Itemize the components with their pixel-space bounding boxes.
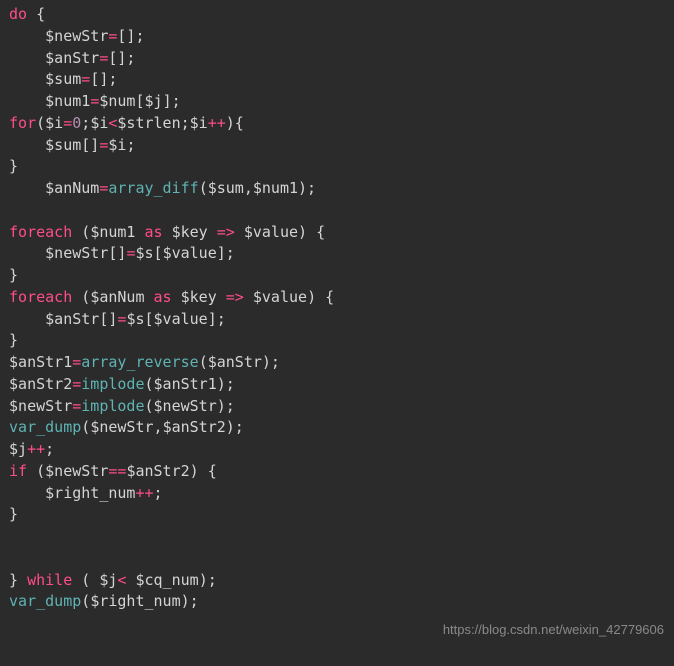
code-line: } — [0, 157, 18, 175]
code-line: var_dump($right_num); — [0, 592, 199, 610]
code-line: $newStr=[]; — [0, 27, 145, 45]
code-line: $newStr=implode($newStr); — [0, 397, 235, 415]
code-line: foreach ($anNum as $key => $value) { — [0, 288, 334, 306]
code-line: $anStr[]=$s[$value]; — [0, 310, 226, 328]
code-line: $newStr[]=$s[$value]; — [0, 244, 235, 262]
code-line: var_dump($newStr,$anStr2); — [0, 418, 244, 436]
code-line: if ($newStr==$anStr2) { — [0, 462, 217, 480]
code-line: } — [0, 266, 18, 284]
code-line: $right_num++; — [0, 484, 163, 502]
code-line: $num1=$num[$j]; — [0, 92, 181, 110]
code-line: $anStr1=array_reverse($anStr); — [0, 353, 280, 371]
code-line: } — [0, 331, 18, 349]
code-line: $sum=[]; — [0, 70, 117, 88]
watermark-text: https://blog.csdn.net/weixin_42779606 — [443, 621, 664, 640]
code-block: do { $newStr=[]; $anStr=[]; $sum=[]; $nu… — [0, 0, 674, 613]
code-line: foreach ($num1 as $key => $value) { — [0, 223, 325, 241]
code-line: $j++; — [0, 440, 54, 458]
code-line: $anStr2=implode($anStr1); — [0, 375, 235, 393]
code-line: $anNum=array_diff($sum,$num1); — [0, 179, 316, 197]
code-line: } — [0, 505, 18, 523]
code-line: $sum[]=$i; — [0, 136, 135, 154]
code-line: } while ( $j< $cq_num); — [0, 571, 217, 589]
code-line: for($i=0;$i<$strlen;$i++){ — [0, 114, 244, 132]
code-line: do { — [0, 5, 45, 23]
code-line: $anStr=[]; — [0, 49, 135, 67]
